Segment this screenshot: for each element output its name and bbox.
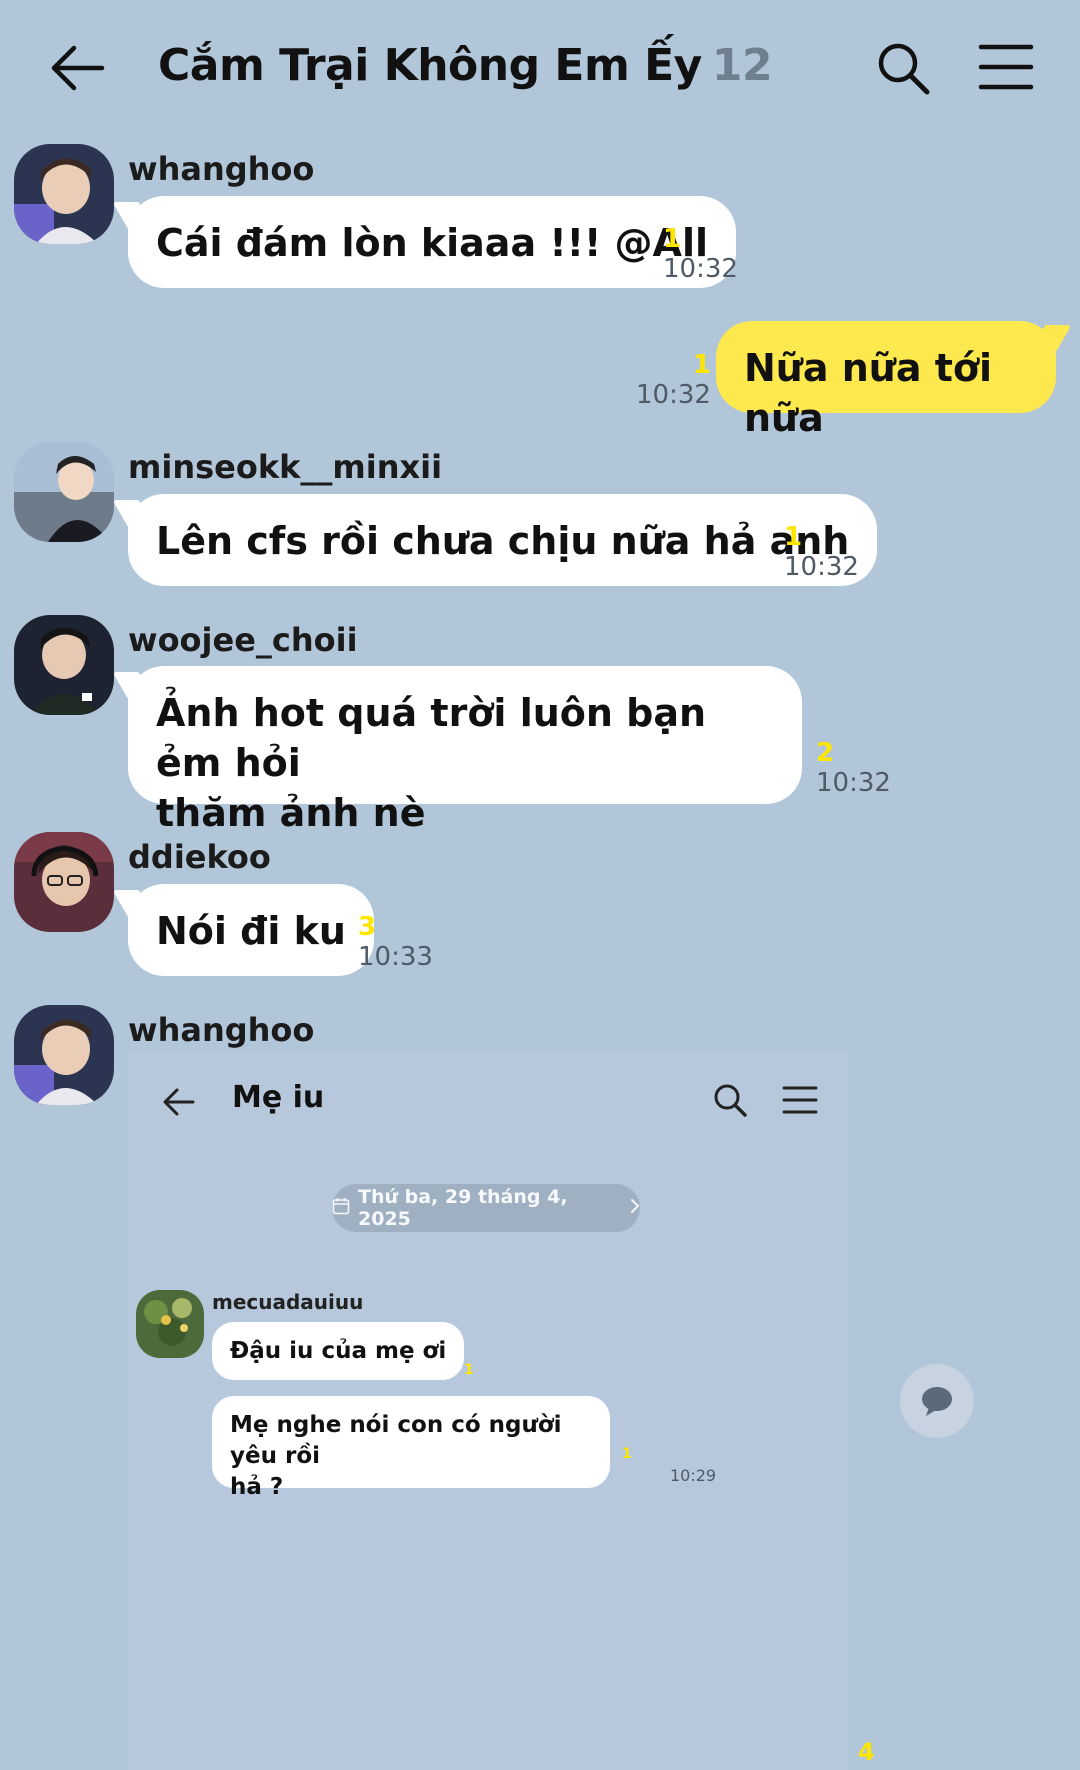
message-line: thăm ảnh nè — [156, 791, 426, 836]
message-meta: 3 10:33 — [358, 912, 433, 972]
unread-count: 1 — [663, 224, 682, 254]
message-time: 10:32 — [636, 380, 711, 410]
message-time: 10:32 — [816, 768, 891, 798]
unread-count: 4 — [858, 1738, 875, 1766]
message-line: hả ? — [230, 1474, 284, 1501]
search-icon — [712, 1082, 748, 1118]
unread-count: 2 — [816, 738, 835, 768]
chat-title-text: Cắm Trại Không Em Ếy — [158, 40, 702, 91]
sender-name: woojee_choii — [128, 621, 358, 659]
date-divider: Thứ ba, 29 tháng 4, 2025 — [332, 1184, 640, 1232]
calendar-icon — [332, 1197, 350, 1220]
sender-name: minseokk__minxii — [128, 448, 443, 486]
back-arrow-icon — [162, 1086, 196, 1118]
avatar-whanghoo[interactable] — [14, 144, 114, 244]
hamburger-menu-icon[interactable] — [978, 42, 1034, 92]
member-count: 12 — [711, 40, 773, 91]
unread-count: 1 — [622, 1446, 632, 1462]
message-meta: 1 10:32 — [636, 350, 711, 410]
shared-screenshot-image[interactable]: Mẹ iu Thứ ba, 29 tháng 4, 2025 mecuadaui… — [128, 1050, 848, 1770]
message-time: 10:32 — [784, 552, 859, 582]
date-text: Thứ ba, 29 tháng 4, 2025 — [358, 1186, 568, 1230]
chevron-right-icon — [630, 1197, 640, 1219]
unread-count: 1 — [784, 522, 803, 552]
sender-name: mecuadauiuu — [212, 1290, 364, 1314]
avatar-ddiekoo[interactable] — [14, 832, 114, 932]
unread-count: 3 — [358, 912, 377, 942]
sender-name: whanghoo — [128, 150, 315, 188]
chat-bubble-icon[interactable] — [900, 1364, 974, 1438]
hamburger-menu-icon — [782, 1084, 818, 1116]
message-time: 10:33 — [358, 942, 433, 972]
avatar-mecuadauiuu — [136, 1290, 204, 1358]
message-bubble: Mẹ nghe nói con có người yêu rồi hả ? — [212, 1396, 610, 1500]
message-bubble[interactable]: Cái đám lòn kiaaa !!! @All — [128, 196, 737, 288]
chat-header: Cắm Trại Không Em Ếy 12 — [0, 0, 1080, 136]
message-bubble[interactable]: Ảnh hot quá trời luôn bạn ẻm hỏi thăm ản… — [128, 666, 802, 835]
search-icon[interactable] — [875, 40, 931, 96]
message-meta: 1 10:32 — [663, 224, 738, 284]
message-line: Ảnh hot quá trời luôn bạn ẻm hỏi — [156, 691, 707, 786]
avatar-whanghoo[interactable] — [14, 1005, 114, 1105]
message-meta: 1 10:32 — [784, 522, 859, 582]
unread-count: 1 — [692, 350, 711, 380]
message-bubble[interactable]: Lên cfs rồi chưa chịu nữa hả anh — [128, 494, 878, 586]
message-time: 10:29 — [670, 1466, 717, 1485]
my-message-bubble[interactable]: Nữa nữa tới nữa — [716, 321, 1056, 440]
sender-name: ddiekoo — [128, 838, 271, 876]
avatar-minseokk[interactable] — [14, 442, 114, 542]
chat-title: Cắm Trại Không Em Ếy 12 — [158, 40, 773, 91]
sender-name: whanghoo — [128, 1011, 315, 1049]
message-meta: 2 10:32 — [816, 738, 891, 798]
back-arrow-icon[interactable] — [48, 40, 108, 96]
unread-count: 1 — [464, 1362, 474, 1378]
message-time: 10:32 — [663, 254, 738, 284]
message-line: Mẹ nghe nói con có người yêu rồi — [230, 1412, 562, 1470]
message-bubble[interactable]: Nói đi ku — [128, 884, 374, 976]
avatar-woojee[interactable] — [14, 615, 114, 715]
screenshot-chat-title: Mẹ iu — [232, 1080, 325, 1115]
message-bubble: Đậu iu của mẹ ơi — [212, 1322, 465, 1380]
